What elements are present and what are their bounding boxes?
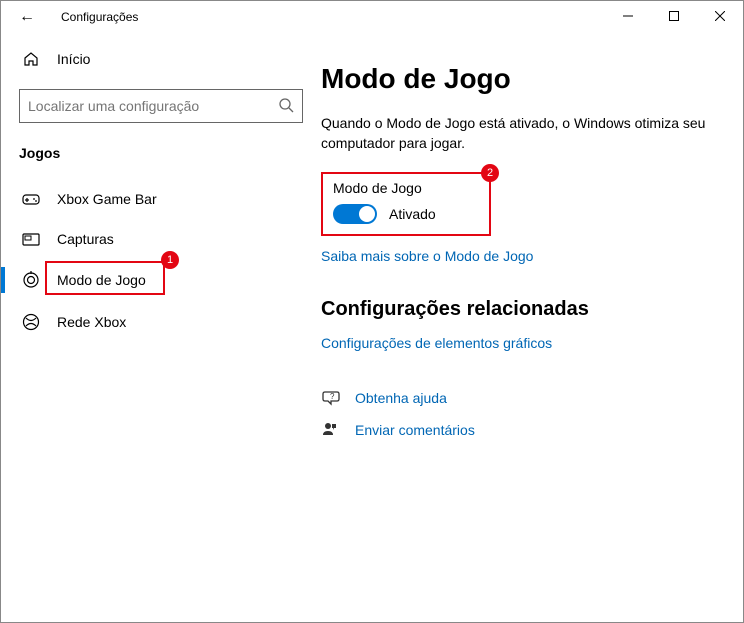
nav-item-xbox-network[interactable]: Rede Xbox xyxy=(1,301,321,343)
get-help-link[interactable]: Obtenha ajuda xyxy=(355,390,447,406)
nav-list: Xbox Game Bar Capturas Modo de Jogo 1 xyxy=(1,179,321,343)
annotation-box-2: 2 Modo de Jogo Ativado xyxy=(321,172,491,236)
game-mode-icon xyxy=(19,271,43,289)
nav-item-label: Xbox Game Bar xyxy=(57,191,157,207)
annotation-badge-2: 2 xyxy=(481,164,499,182)
game-bar-icon xyxy=(19,192,43,206)
related-heading: Configurações relacionadas xyxy=(321,298,719,321)
feedback-row[interactable]: Enviar comentários xyxy=(321,421,719,439)
page-heading: Modo de Jogo xyxy=(321,63,719,95)
feedback-icon xyxy=(321,421,341,439)
home-nav[interactable]: Início xyxy=(19,51,303,67)
minimize-icon xyxy=(623,11,633,21)
svg-text:?: ? xyxy=(330,392,335,401)
minimize-button[interactable] xyxy=(605,1,651,31)
get-help-row[interactable]: ? Obtenha ajuda xyxy=(321,389,719,407)
close-button[interactable] xyxy=(697,1,743,31)
main-pane: Modo de Jogo Quando o Modo de Jogo está … xyxy=(321,33,743,622)
page-description: Quando o Modo de Jogo está ativado, o Wi… xyxy=(321,113,719,154)
toggle-state-text: Ativado xyxy=(389,206,436,222)
section-label: Jogos xyxy=(19,145,303,161)
feedback-link[interactable]: Enviar comentários xyxy=(355,422,475,438)
home-label: Início xyxy=(57,51,90,67)
search-box[interactable] xyxy=(19,89,303,123)
maximize-icon xyxy=(669,11,679,21)
titlebar: Configurações xyxy=(1,1,743,33)
learn-more-link[interactable]: Saiba mais sobre o Modo de Jogo xyxy=(321,248,719,264)
back-button[interactable] xyxy=(13,3,41,31)
window-title: Configurações xyxy=(61,10,138,24)
close-icon xyxy=(715,11,725,21)
nav-item-label: Capturas xyxy=(57,231,114,247)
toggle-knob xyxy=(359,206,375,222)
search-input[interactable] xyxy=(28,98,278,114)
game-mode-toggle[interactable] xyxy=(333,204,377,224)
capture-icon xyxy=(19,232,43,246)
annotation-badge-1: 1 xyxy=(161,251,179,269)
nav-item-captures[interactable]: Capturas xyxy=(1,219,321,259)
search-icon xyxy=(278,97,294,116)
nav-item-xbox-game-bar[interactable]: Xbox Game Bar xyxy=(1,179,321,219)
maximize-button[interactable] xyxy=(651,1,697,31)
nav-item-label: Rede Xbox xyxy=(57,314,126,330)
window-controls xyxy=(605,1,743,31)
xbox-network-icon xyxy=(19,313,43,331)
help-icon: ? xyxy=(321,389,341,407)
toggle-label: Modo de Jogo xyxy=(333,180,479,196)
graphics-settings-link[interactable]: Configurações de elementos gráficos xyxy=(321,335,719,351)
sidebar: Início Jogos Xbox Game Bar Capturas xyxy=(1,33,321,622)
annotation-box-1 xyxy=(45,261,165,295)
home-icon xyxy=(19,51,43,67)
nav-item-game-mode[interactable]: Modo de Jogo 1 xyxy=(1,259,321,301)
arrow-left-icon xyxy=(19,8,35,26)
